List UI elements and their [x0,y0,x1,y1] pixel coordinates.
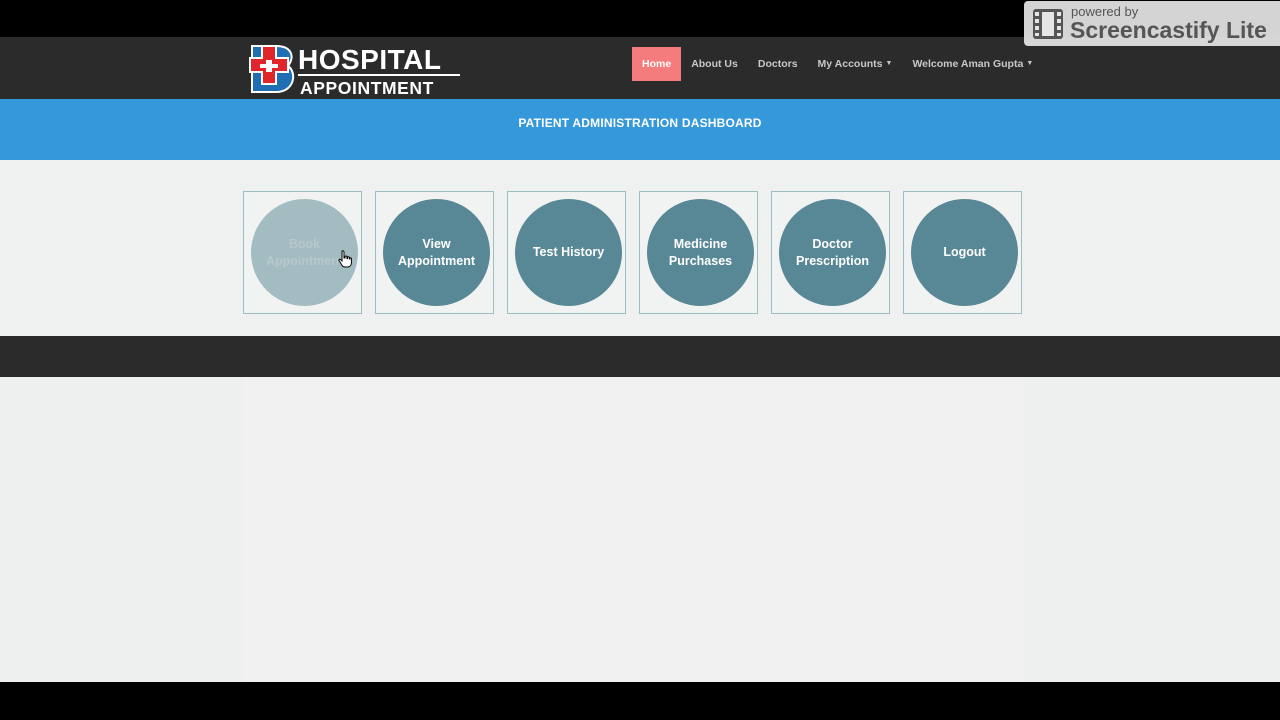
nav-about-us[interactable]: About Us [681,47,748,81]
hospital-cross-logo-icon [249,45,295,93]
dashboard-tiles-area: Book Appointment View Appointment Test H… [0,160,1280,336]
tile-view-appointment[interactable]: View Appointment [375,191,494,314]
nav-user-menu[interactable]: Welcome Aman Gupta ▼ [902,47,1043,81]
video-letterbox-bottom [0,682,1280,720]
tile-label: View Appointment [397,236,476,268]
tile-test-history[interactable]: Test History [507,191,626,314]
main-nav: Home About Us Doctors My Accounts ▼ Welco… [632,47,1043,81]
screencastify-watermark: powered by Screencastify Lite [1024,1,1280,46]
nav-my-accounts[interactable]: My Accounts ▼ [808,47,903,81]
tile-logout[interactable]: Logout [903,191,1022,314]
nav-home[interactable]: Home [632,47,682,81]
logo-divider [298,74,460,76]
tile-label: Logout [943,245,986,259]
content-column [243,377,1023,682]
tile-label: Test History [532,245,605,259]
nav-doctors[interactable]: Doctors [748,47,808,81]
caret-down-icon: ▼ [885,60,893,68]
tile-circle: Logout [911,199,1018,306]
tile-doctor-prescription[interactable]: Doctor Prescription [771,191,890,314]
tile-label: Doctor Prescription [796,236,869,268]
page-title: PATIENT ADMINISTRATION DASHBOARD [518,116,762,130]
watermark-product: Screencastify Lite [1070,17,1267,43]
tile-medicine-purchases[interactable]: Medicine Purchases [639,191,758,314]
top-navbar: HOSPITAL APPOINTMENT Home About Us Docto… [0,37,1280,99]
tile-circle: Medicine Purchases [647,199,754,306]
tile-circle: View Appointment [383,199,490,306]
hand-pointer-cursor-icon [338,250,352,268]
footer-bar [0,336,1280,377]
hospital-logo[interactable]: HOSPITAL APPOINTMENT [248,43,462,98]
caret-down-icon: ▼ [1026,60,1034,68]
tile-circle: Test History [515,199,622,306]
dashboard-banner: PATIENT ADMINISTRATION DASHBOARD [0,99,1280,160]
logo-subtitle: APPOINTMENT [300,78,434,98]
tile-circle: Doctor Prescription [779,199,886,306]
film-icon [1033,9,1063,39]
logo-title: HOSPITAL [298,44,442,75]
tile-label: Medicine Purchases [668,236,733,268]
page-body-empty [0,377,1280,682]
